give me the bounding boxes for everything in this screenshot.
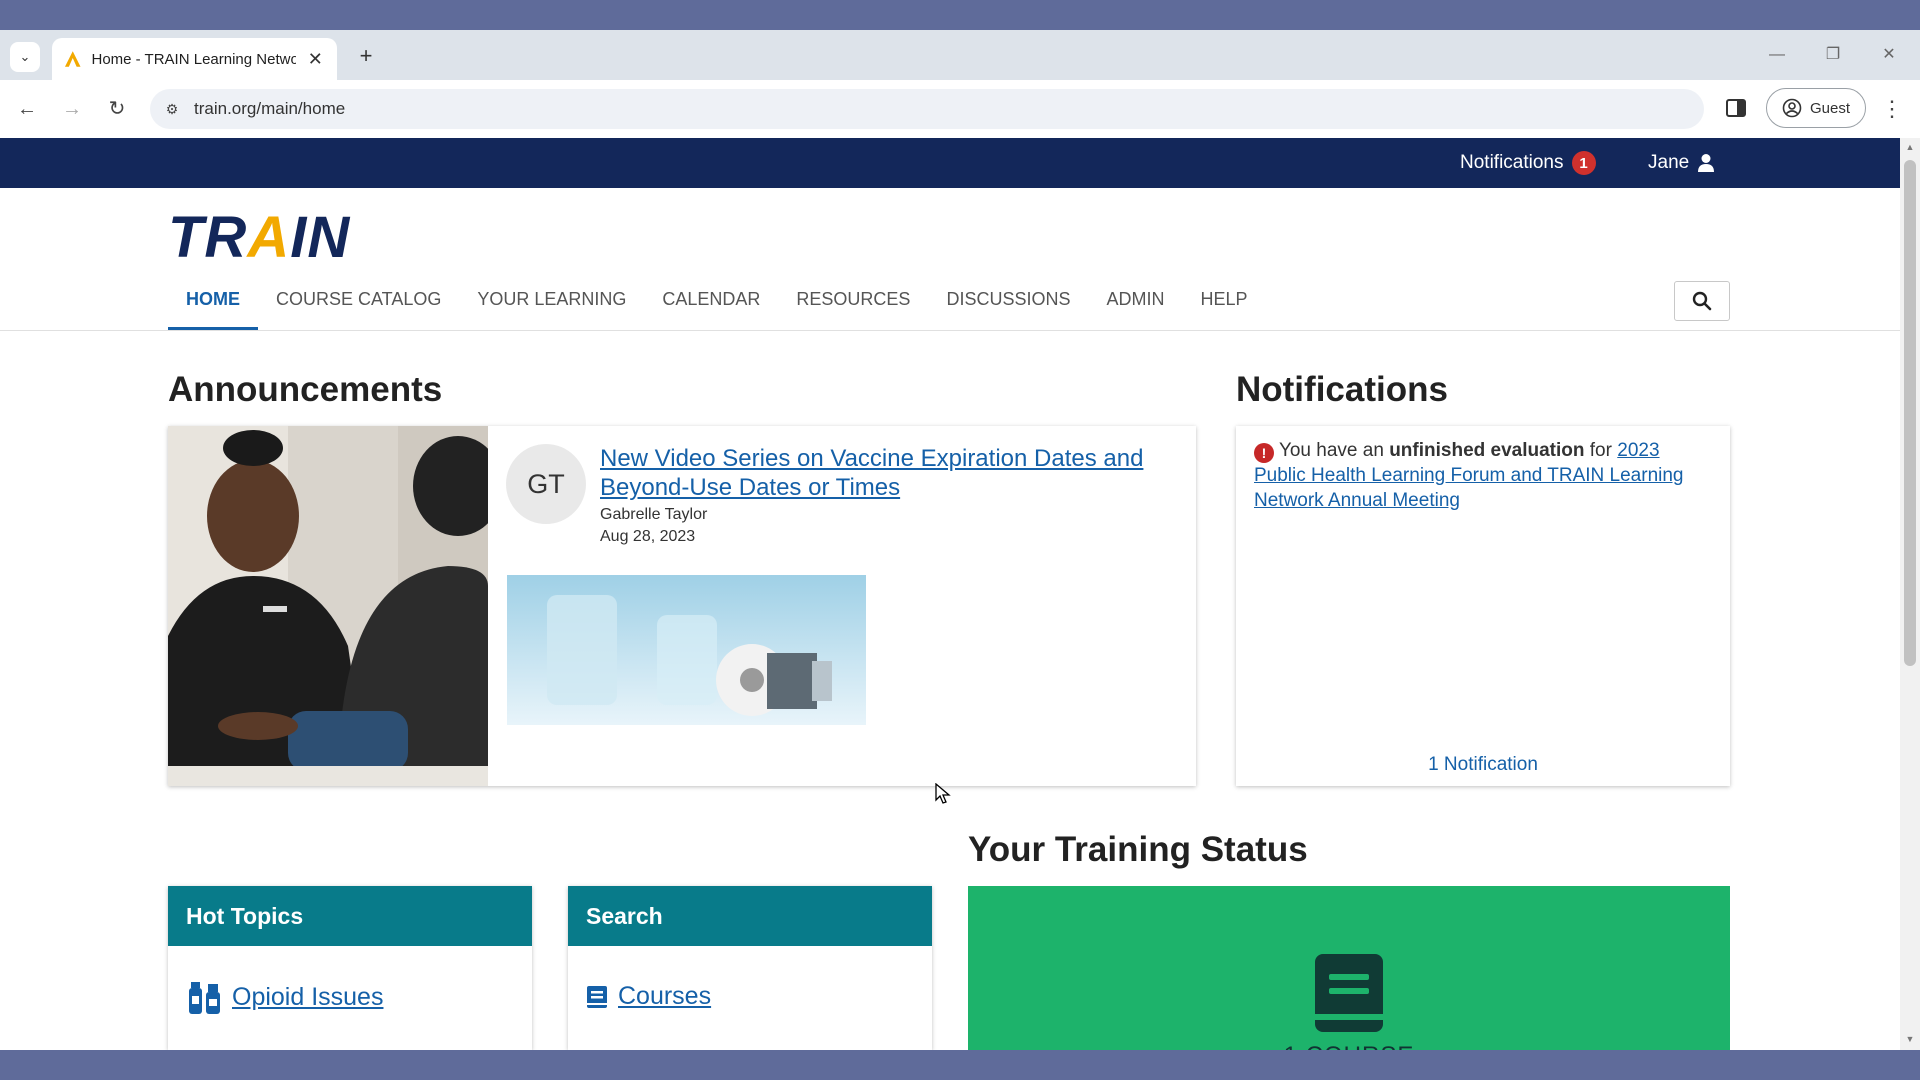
back-arrow-icon[interactable]: ← [12,94,42,124]
new-tab-button[interactable]: + [352,42,380,70]
book-icon [587,985,607,1008]
nav-admin[interactable]: ADMIN [1088,282,1182,330]
user-icon [1698,154,1715,172]
close-icon[interactable]: ✕ [306,49,325,70]
chevron-down-icon: ⌄ [19,49,31,64]
opioid-issues-label: Opioid Issues [232,982,384,1011]
minimize-icon[interactable]: — [1762,40,1792,70]
train-favicon-icon [64,51,81,67]
logo-text-left: TR [168,205,248,270]
site-settings-icon[interactable]: ⚙ [150,101,194,118]
profile-button[interactable]: Guest [1766,88,1866,128]
opioid-issues-link[interactable]: Opioid Issues [186,978,383,1016]
nav-course-catalog[interactable]: COURSE CATALOG [258,282,459,330]
hot-topics-panel: Hot Topics Opioid Issues [168,886,532,1050]
nav-divider [0,330,1900,331]
nav-resources[interactable]: RESOURCES [778,282,928,330]
site-topbar: Notifications 1 Jane [0,138,1900,188]
user-name: Jane [1648,152,1690,173]
nav-home[interactable]: HOME [168,282,258,330]
notifications-card: ! You have an unfinished evaluation for … [1236,426,1730,786]
search-panel-heading: Search [568,886,932,946]
notification-item: ! You have an unfinished evaluation for … [1254,438,1714,513]
notification-mid: for [1589,440,1612,461]
window-close-icon[interactable]: ✕ [1874,40,1904,70]
profile-label: Guest [1809,99,1851,117]
page-scrollbar[interactable]: ▲ ▼ [1900,138,1920,1050]
train-logo[interactable]: TRAIN [168,204,350,271]
courses-label: Courses [618,982,712,1010]
user-menu[interactable]: Jane [1648,138,1715,188]
mouse-cursor-icon [935,783,951,804]
side-panel-icon[interactable] [1724,96,1748,120]
page-viewport: Notifications 1 Jane TRAIN HOME COURSE C… [0,138,1920,1050]
notification-count-badge: 1 [1571,151,1596,175]
reload-icon[interactable]: ↻ [102,94,132,124]
address-bar[interactable]: ⚙ train.org/main/home [150,89,1704,129]
notification-prefix: You have an [1278,440,1384,461]
logo-text-right: IN [290,205,351,270]
browser-menu-icon[interactable]: ⋮ [1880,94,1904,124]
main-nav: HOME COURSE CATALOG YOUR LEARNING CALEND… [168,282,1266,330]
nav-calendar[interactable]: CALENDAR [644,282,778,330]
forward-arrow-icon[interactable]: → [57,94,87,124]
announcement-photo [168,426,488,786]
notification-count-link[interactable]: 1 Notification [1236,754,1730,776]
announcement-card: GT New Video Series on Vaccine Expiratio… [168,426,1196,786]
medicine-bottles-icon [189,982,220,1014]
notifications-heading: Notifications [1236,370,1448,409]
topbar-notifications-link[interactable]: Notifications 1 [1460,138,1596,188]
search-icon [1692,291,1712,311]
announcements-heading: Announcements [168,370,443,409]
scrollbar-thumb[interactable] [1904,160,1916,666]
nav-help[interactable]: HELP [1182,282,1265,330]
announcement-title-link[interactable]: New Video Series on Vaccine Expiration D… [600,444,1180,502]
site-search-button[interactable] [1674,281,1730,321]
restore-icon[interactable]: ❐ [1818,40,1848,70]
profile-icon [1782,98,1802,118]
logo-a-mark: A [247,205,291,270]
training-status-card[interactable]: 1 COURSE [968,886,1730,1050]
training-status-heading: Your Training Status [968,830,1308,869]
notification-strong: unfinished evaluation [1389,440,1585,461]
nav-discussions[interactable]: DISCUSSIONS [928,282,1088,330]
tab-title: Home - TRAIN Learning Network [91,50,296,68]
topbar-notifications-label: Notifications [1460,152,1564,173]
browser-toolbar: ← → ↻ ⚙ train.org/main/home Guest ⋮ [0,80,1920,138]
tab-search-button[interactable]: ⌄ [10,42,40,72]
course-count-label: 1 COURSE [968,1042,1730,1050]
announcement-author: Gabrelle Taylor [600,506,708,523]
alert-icon: ! [1254,443,1274,463]
announcement-date: Aug 28, 2023 [600,528,696,545]
hot-topics-heading: Hot Topics [168,886,532,946]
nav-your-learning[interactable]: YOUR LEARNING [459,282,644,330]
announcement-thumbnail[interactable] [507,575,866,725]
browser-tab-strip: ⌄ Home - TRAIN Learning Network ✕ + — ❐ … [0,30,1920,80]
scroll-up-icon[interactable]: ▲ [1904,142,1916,152]
author-avatar: GT [506,444,586,524]
course-book-icon [1315,954,1383,1032]
browser-tab-active[interactable]: Home - TRAIN Learning Network ✕ [52,38,337,80]
courses-link[interactable]: Courses [586,982,711,1011]
search-panel: Search Courses [568,886,932,1050]
scroll-down-icon[interactable]: ▼ [1904,1034,1916,1044]
url-text: train.org/main/home [194,99,346,118]
